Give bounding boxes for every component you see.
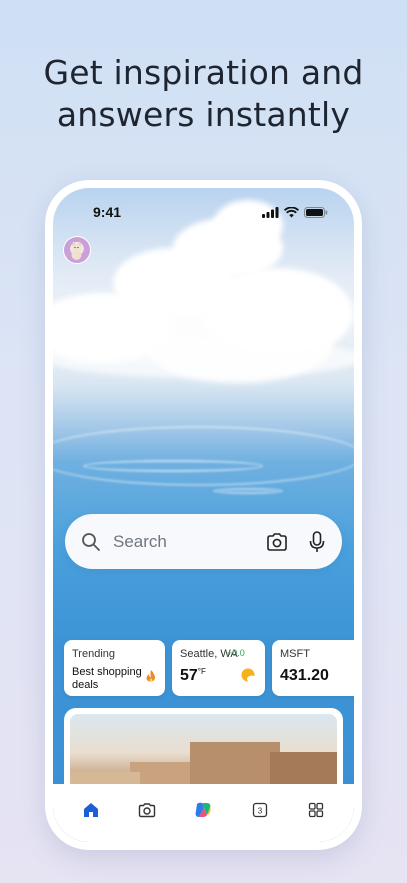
stock-symbol: MSFT (280, 648, 310, 660)
cat-avatar-icon (71, 241, 82, 260)
trending-title: Trending (72, 648, 116, 660)
stock-card[interactable]: MSFT 431.20 (272, 640, 354, 696)
search-bar[interactable]: Search (65, 514, 342, 569)
status-time: 9:41 (93, 204, 122, 220)
trending-text: Best shopping deals (72, 666, 142, 691)
weather-card[interactable]: Seattle, WA 57°F (172, 640, 265, 696)
nav-apps[interactable] (301, 795, 331, 825)
trending-card[interactable]: Trending Best shopping deals (64, 640, 165, 696)
wifi-icon (284, 206, 299, 217)
temperature-value: 57 (180, 667, 198, 684)
info-cards: Trending Best shopping deals Seattle, WA… (64, 640, 354, 698)
search-input[interactable]: Search (113, 532, 266, 552)
home-icon (84, 803, 99, 817)
nav-tabs[interactable]: 3 (245, 795, 275, 825)
phone-screen: 9:41 Search Trending Best shopping deals… (53, 188, 354, 842)
fire-icon (146, 670, 155, 682)
temperature-unit: °F (197, 667, 206, 676)
headline: Get inspiration and answers instantly (0, 52, 407, 136)
camera-icon (139, 803, 156, 818)
stock-value: 431.20 (280, 667, 329, 684)
nav-camera[interactable] (132, 795, 162, 825)
stock-delta: +0.0 (227, 648, 245, 658)
nav-copilot[interactable] (188, 795, 218, 825)
nav-home[interactable] (76, 795, 106, 825)
tabs-icon: 3 (252, 802, 267, 818)
status-bar: 9:41 (53, 202, 354, 222)
status-icons (262, 206, 328, 218)
microphone-icon[interactable] (308, 530, 326, 553)
profile-avatar[interactable] (63, 236, 91, 264)
bottom-nav: 3 (53, 784, 354, 842)
sun-cloud-icon (241, 668, 257, 683)
headline-line-2: answers instantly (56, 95, 351, 134)
apps-icon (308, 802, 323, 818)
copilot-icon (195, 802, 212, 817)
weather-location: Seattle, WA (180, 648, 238, 660)
battery-icon (304, 206, 328, 218)
tabs-count: 3 (257, 806, 262, 815)
signal-icon (262, 206, 279, 218)
phone-frame: 9:41 Search Trending Best shopping deals… (45, 180, 362, 850)
search-icon (82, 532, 100, 551)
camera-search-icon[interactable] (266, 532, 288, 552)
headline-line-1: Get inspiration and (43, 53, 364, 92)
